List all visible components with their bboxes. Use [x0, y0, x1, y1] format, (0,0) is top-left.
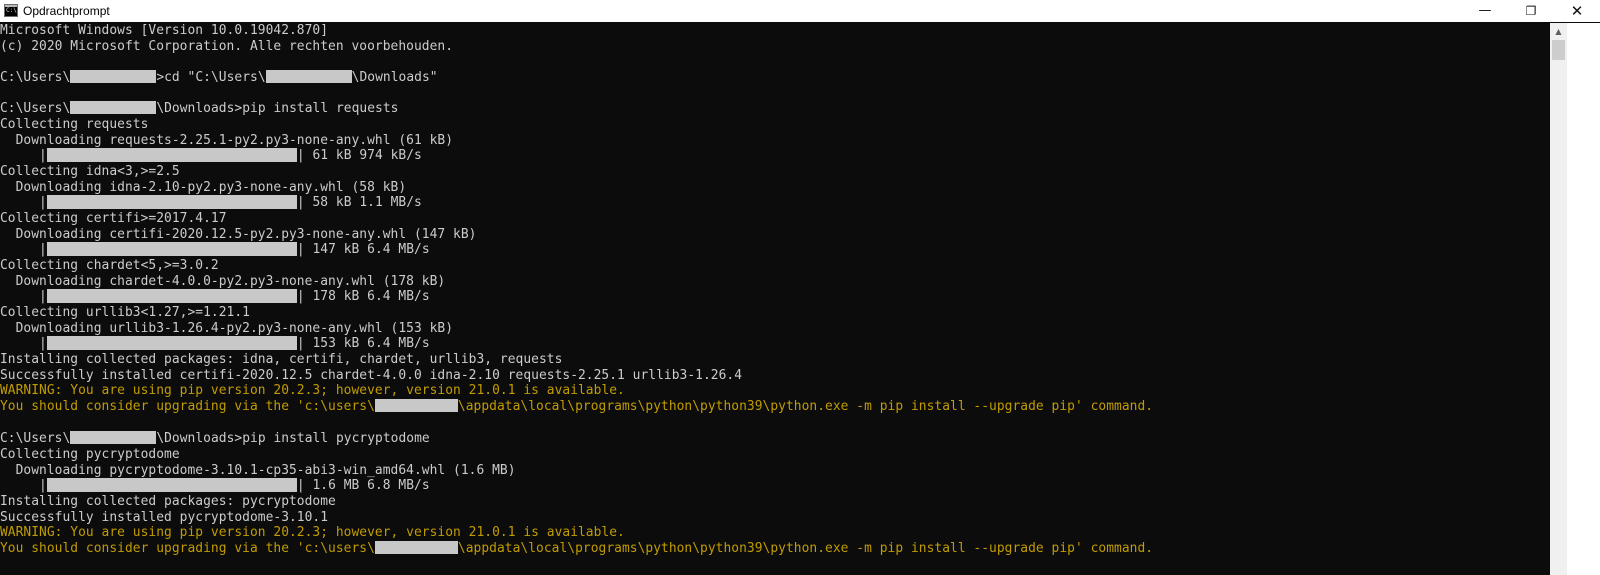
console-line: Downloading urllib3-1.26.4-py2.py3-none-…: [0, 321, 454, 336]
vertical-scrollbar[interactable]: ▲: [1550, 23, 1567, 575]
warning-line: WARNING: You are using pip version 20.2.…: [0, 525, 625, 540]
progress-fill: [46, 148, 297, 162]
console-line: Successfully installed certifi-2020.12.5…: [0, 368, 743, 383]
progress-fill: [46, 478, 297, 492]
console-line: C:\Users\ >cd "C:\Users\ \Downloads": [0, 70, 438, 85]
minimize-button[interactable]: —: [1462, 0, 1508, 22]
restore-button[interactable]: ❐: [1508, 0, 1554, 22]
download-progress-bar: [46, 148, 297, 162]
window-title: Opdrachtprompt: [23, 4, 110, 18]
console-line: Downloading chardet-4.0.0-py2.py3-none-a…: [0, 274, 446, 289]
console-line: (c) 2020 Microsoft Corporation. Alle rec…: [0, 39, 454, 54]
warning-line: You should consider upgrading via the 'c…: [0, 541, 1154, 556]
console-line: Installing collected packages: pycryptod…: [0, 494, 336, 509]
progress-fill: [46, 336, 297, 350]
progress-line: | | 58 kB 1.1 MB/s: [0, 195, 422, 210]
console-line: Successfully installed pycryptodome-3.10…: [0, 510, 329, 525]
progress-line: | | 178 kB 6.4 MB/s: [0, 289, 430, 304]
scroll-up-arrow-icon[interactable]: ▲: [1550, 23, 1567, 40]
progress-line: | | 153 kB 6.4 MB/s: [0, 336, 430, 351]
console-line: Downloading pycryptodome-3.10.1-cp35-abi…: [0, 463, 516, 478]
progress-fill: [46, 242, 297, 256]
redacted-username: [374, 541, 458, 554]
warning-line: You should consider upgrading via the 'c…: [0, 399, 1154, 414]
console-line: Collecting chardet<5,>=3.0.2: [0, 258, 219, 273]
download-progress-bar: [46, 195, 297, 209]
console-line: Downloading requests-2.25.1-py2.py3-none…: [0, 133, 454, 148]
download-progress-bar: [46, 478, 297, 492]
console-line: Microsoft Windows [Version 10.0.19042.87…: [0, 23, 329, 38]
console-line: Downloading certifi-2020.12.5-py2.py3-no…: [0, 227, 477, 242]
window-edge: [1567, 23, 1600, 575]
redacted-username: [265, 70, 352, 83]
console-line: C:\Users\ \Downloads>pip install requests: [0, 101, 399, 116]
console-line: Collecting urllib3<1.27,>=1.21.1: [0, 305, 250, 320]
redacted-username: [374, 399, 458, 412]
console-line: Installing collected packages: idna, cer…: [0, 352, 563, 367]
redacted-username: [70, 431, 157, 444]
console-line: Downloading idna-2.10-py2.py3-none-any.w…: [0, 180, 407, 195]
redacted-username: [70, 101, 157, 114]
download-progress-bar: [46, 242, 297, 256]
console-line: Collecting requests: [0, 117, 149, 132]
console-line: Collecting pycryptodome: [0, 447, 180, 462]
command-prompt-window: C:\ Opdrachtprompt — ❐ ✕ Microsoft Windo…: [0, 0, 1600, 575]
progress-line: | | 147 kB 6.4 MB/s: [0, 242, 430, 257]
redacted-username: [70, 70, 157, 83]
console-output[interactable]: Microsoft Windows [Version 10.0.19042.87…: [0, 23, 1550, 575]
download-progress-bar: [46, 336, 297, 350]
command-prompt-app-icon[interactable]: C:\: [4, 4, 18, 17]
warning-line: WARNING: You are using pip version 20.2.…: [0, 383, 625, 398]
progress-fill: [46, 195, 297, 209]
console-line: C:\Users\ \Downloads>pip install pycrypto…: [0, 431, 430, 446]
console-line: Collecting idna<3,>=2.5: [0, 164, 180, 179]
progress-line: | | 1.6 MB 6.8 MB/s: [0, 478, 430, 493]
title-bar[interactable]: C:\ Opdrachtprompt — ❐ ✕: [0, 0, 1600, 22]
console-line: Collecting certifi>=2017.4.17: [0, 211, 227, 226]
progress-fill: [46, 289, 297, 303]
scrollbar-thumb[interactable]: [1552, 40, 1565, 60]
close-button[interactable]: ✕: [1554, 0, 1600, 22]
download-progress-bar: [46, 289, 297, 303]
progress-line: | | 61 kB 974 kB/s: [0, 148, 422, 163]
